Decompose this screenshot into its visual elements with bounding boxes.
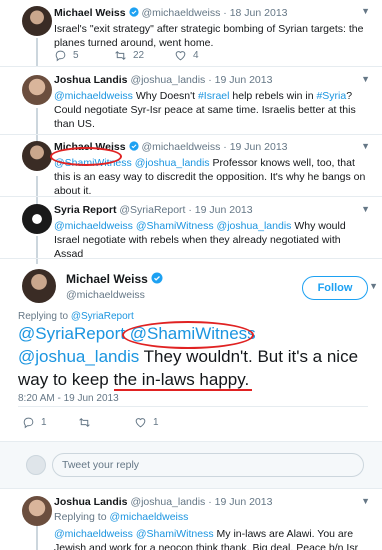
highlighted-phrase: keep the in-laws happy [71,370,245,389]
verified-badge-icon [151,272,163,284]
reply-count: 5 [73,50,79,61]
like-icon [135,418,146,428]
replying-to: Replying to @michaeldweiss [54,511,189,523]
annotation-circle [50,147,122,166]
retweet-count: 22 [133,50,145,61]
avatar[interactable] [22,269,56,303]
like-count: 4 [193,50,199,61]
mention-link[interactable]: @michaeldweiss @ShamiWitness [54,528,214,540]
mention-link[interactable]: @SyriaReport [18,324,125,343]
caret-down-icon[interactable]: ▼ [361,6,370,16]
author-name[interactable]: Michael Weiss [54,7,126,19]
reply-icon [55,50,66,62]
verified-badge-icon [128,7,139,17]
mention-link[interactable]: @michaeldweiss [54,90,133,102]
reply-count: 1 [41,417,47,428]
mention-link[interactable]: @SyriaReport [71,311,134,322]
avatar[interactable] [22,6,52,36]
mention-link[interactable]: @michaeldweiss [109,511,188,523]
annotation-underline [114,389,252,391]
author-handle[interactable]: @michaeldweiss [141,7,220,19]
author-name[interactable]: Syria Report [54,204,116,216]
author-handle[interactable]: @SyriaReport [119,204,185,216]
tweet-text: @michaeldweiss @ShamiWitness @joshua_lan… [54,220,346,260]
mention-link[interactable]: @michaeldweiss @ShamiWitness @joshua_lan… [54,220,291,232]
avatar[interactable] [22,496,52,526]
hashtag-link[interactable]: #Syria [316,90,346,102]
author-handle[interactable]: @michaeldweiss [66,289,145,301]
tweet-text: Israel's "exit strategy" after strategic… [54,23,364,49]
caret-down-icon[interactable]: ▼ [361,204,370,214]
author-handle[interactable]: @michaeldweiss [141,141,220,153]
mention-link[interactable]: @joshua_landis [18,347,139,366]
avatar[interactable] [22,204,52,234]
tweet-date[interactable]: · 18 Jun 2013 [223,7,287,19]
author-handle[interactable]: @joshua_landis [130,74,205,86]
tweet-text: @michaeldweiss Why Doesn't #Israel help … [54,90,356,130]
tweet[interactable]: Joshua Landis @joshua_landis · 19 Jun 20… [0,66,382,134]
tweet[interactable]: Michael Weiss @michaeldweiss · 19 Jun 20… [0,134,382,197]
tweet-date[interactable]: · 19 Jun 2013 [223,141,287,153]
like-icon [175,51,186,61]
annotation-circle [122,321,254,349]
like-button[interactable]: 1 [134,416,190,429]
reply-icon [23,417,34,429]
reply-button[interactable]: 5 [54,49,114,62]
like-count: 1 [153,417,159,428]
hashtag-link[interactable]: #Israel [198,90,230,102]
tweet-date[interactable]: · 19 Jun 2013 [208,74,272,86]
avatar[interactable] [22,141,52,171]
divider [0,258,382,259]
retweet-icon [115,51,126,60]
tweet[interactable]: Syria Report @SyriaReport · 19 Jun 2013 … [0,196,382,260]
avatar[interactable] [22,75,52,105]
divider [18,406,368,407]
author-name[interactable]: Michael Weiss [66,272,148,286]
tweet-timestamp[interactable]: 8:20 AM - 19 Jun 2013 [18,392,119,406]
author-name[interactable]: Joshua Landis [54,74,128,86]
caret-down-icon[interactable]: ▼ [361,141,370,151]
reply-input[interactable]: Tweet your reply [52,453,364,477]
retweet-button[interactable] [78,416,134,429]
caret-down-icon[interactable]: ▼ [369,281,378,291]
tweet-date[interactable]: · 19 Jun 2013 [188,204,252,216]
retweet-button[interactable]: 22 [114,49,174,62]
mention-link[interactable]: @joshua_landis [135,157,210,169]
caret-down-icon[interactable]: ▼ [361,74,370,84]
avatar [26,455,46,475]
verified-badge-icon [128,141,139,151]
caret-down-icon[interactable]: ▼ [361,496,370,506]
like-button[interactable]: 4 [174,49,234,62]
follow-button[interactable]: Follow [302,276,368,300]
tweet[interactable]: Michael Weiss @michaeldweiss · 18 Jun 20… [0,0,382,66]
author-name[interactable]: Joshua Landis [54,496,128,508]
retweet-icon [79,418,90,427]
tweet-date[interactable]: · 19 Jun 2013 [208,496,272,508]
author-handle[interactable]: @joshua_landis [130,496,205,508]
tweet-text: @michaeldweiss @ShamiWitness My in-laws … [54,528,359,550]
reply-button[interactable]: 1 [22,416,78,429]
